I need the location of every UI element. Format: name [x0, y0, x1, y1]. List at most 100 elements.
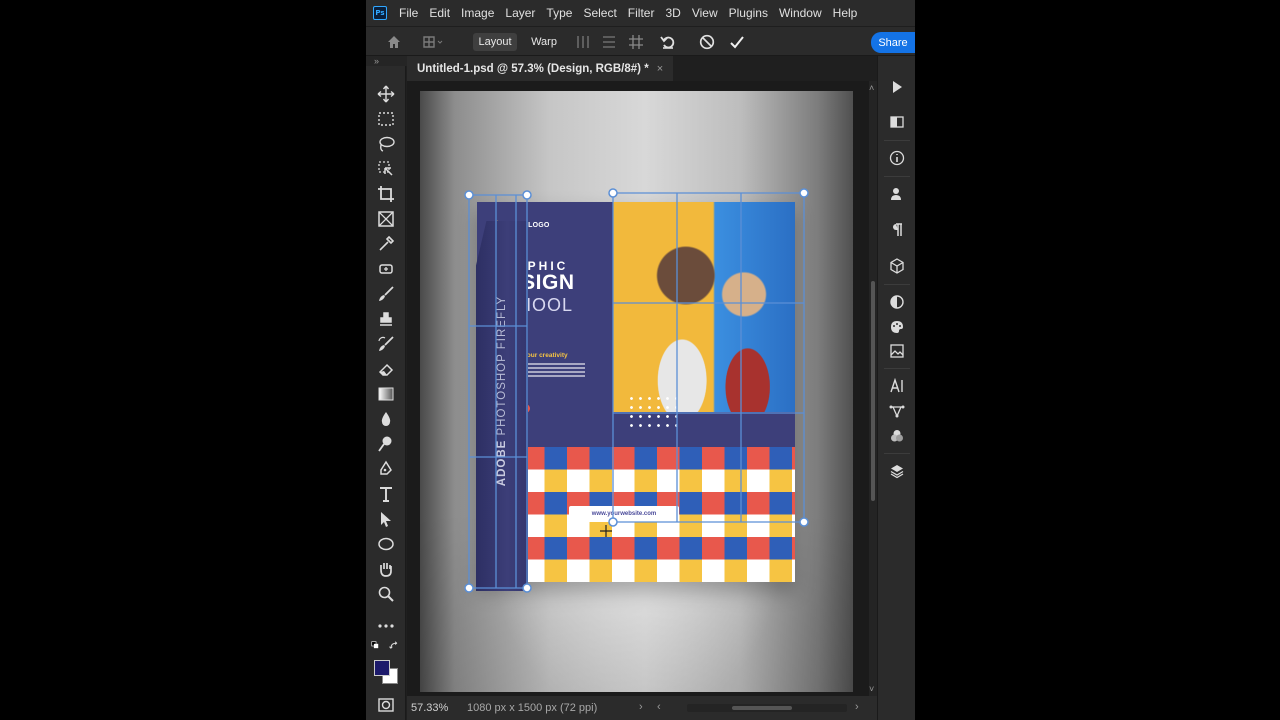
menu-select[interactable]: Select: [583, 6, 616, 20]
menu-view[interactable]: View: [692, 6, 718, 20]
type-icon: [380, 487, 392, 502]
layers-panel-button[interactable]: [887, 461, 907, 481]
menu-type[interactable]: Type: [546, 6, 572, 20]
menu-edit[interactable]: Edit: [429, 6, 450, 20]
marquee-icon: [378, 112, 394, 126]
swatches-icon: [890, 116, 904, 128]
puppet-warp-preset-button[interactable]: [418, 27, 448, 57]
color-panel-button[interactable]: [887, 317, 907, 337]
color-icon: [891, 321, 903, 333]
tools-panel: [366, 66, 406, 720]
lasso-icon: [379, 136, 395, 152]
adjustments-panel-button[interactable]: [887, 292, 907, 312]
vertical-scrollbar[interactable]: ˄ ˅: [869, 81, 877, 696]
app-logo: Ps: [373, 6, 387, 20]
scroll-right-icon[interactable]: ›: [855, 701, 859, 713]
horizontal-scroll-thumb[interactable]: [732, 706, 792, 710]
menu-window[interactable]: Window: [779, 6, 822, 20]
document-tab[interactable]: Untitled-1.psd @ 57.3% (Design, RGB/8#) …: [407, 56, 674, 81]
color-swatches[interactable]: [372, 658, 402, 688]
scroll-down-icon[interactable]: ˅: [869, 684, 874, 694]
paths-panel-button[interactable]: [887, 401, 907, 421]
home-button[interactable]: [384, 27, 404, 57]
layout-mode-button[interactable]: Layout: [473, 33, 517, 51]
status-menu-arrow[interactable]: ›: [639, 701, 643, 713]
clone-stamp-tool[interactable]: [375, 308, 397, 330]
zoom-tool[interactable]: [375, 583, 397, 605]
path-selection-tool[interactable]: [375, 508, 397, 530]
vertical-scroll-thumb[interactable]: [871, 281, 875, 501]
scroll-up-icon[interactable]: ˄: [869, 83, 874, 93]
foreground-color-swatch[interactable]: [374, 660, 390, 676]
split-vertical-button[interactable]: [573, 27, 593, 57]
paragraph-icon: [893, 223, 902, 236]
menu-image[interactable]: Image: [461, 6, 494, 20]
menu-help[interactable]: Help: [833, 6, 858, 20]
hand-tool[interactable]: [375, 558, 397, 580]
zoom-icon: [378, 586, 394, 602]
default-colors-icon[interactable]: [371, 640, 384, 652]
horizontal-scrollbar[interactable]: [687, 704, 847, 712]
menu-layer[interactable]: Layer: [505, 6, 535, 20]
libraries-panel-button[interactable]: [887, 341, 907, 361]
paragraph-panel-button[interactable]: [887, 220, 907, 240]
menu-file[interactable]: File: [399, 6, 418, 20]
scroll-left-icon[interactable]: ‹: [657, 701, 661, 713]
document-canvas[interactable]: YOUR LOGO GRAPHIC DESIGN SCHOOL Invest i…: [420, 91, 853, 692]
eraser-icon: [378, 363, 394, 376]
ellipse-tool[interactable]: [375, 533, 397, 555]
expand-toolbar-icon[interactable]: »: [374, 56, 379, 66]
pen-icon: [380, 460, 392, 475]
layers-icon: [890, 465, 904, 479]
students-photo: [613, 202, 795, 412]
character-panel-button[interactable]: [887, 184, 907, 204]
document-info[interactable]: 1080 px x 1500 px (72 ppi): [467, 702, 597, 714]
play-icon: [893, 81, 902, 93]
gradient-icon: [378, 387, 394, 401]
split-cross-button[interactable]: [626, 27, 646, 57]
swap-colors-icon[interactable]: [388, 640, 401, 652]
type-tool[interactable]: [375, 483, 397, 505]
image-icon: [890, 344, 904, 358]
menu-3d[interactable]: 3D: [665, 6, 680, 20]
info-panel-button[interactable]: [887, 148, 907, 168]
hand-icon: [380, 563, 392, 577]
home-icon: [388, 36, 400, 48]
split-horizontal-button[interactable]: [599, 27, 619, 57]
gradient-tool[interactable]: [375, 383, 397, 405]
menu-plugins[interactable]: Plugins: [729, 6, 768, 20]
pen-tool[interactable]: [375, 458, 397, 480]
edit-toolbar-button[interactable]: [375, 615, 397, 637]
eraser-tool[interactable]: [375, 358, 397, 380]
marquee-tool[interactable]: [375, 108, 397, 130]
object-select-icon: [378, 161, 393, 176]
frame-tool[interactable]: [375, 208, 397, 230]
swatches-panel-button[interactable]: [887, 112, 907, 132]
eyedropper-icon: [379, 235, 395, 251]
share-button[interactable]: Share: [871, 32, 915, 53]
quick-mask-button[interactable]: [375, 694, 397, 716]
commit-transform-button[interactable]: [726, 27, 748, 57]
eyedropper-tool[interactable]: [375, 233, 397, 255]
brush-tool[interactable]: [375, 283, 397, 305]
reset-warp-button[interactable]: [657, 27, 679, 57]
move-tool[interactable]: [375, 83, 397, 105]
crop-tool[interactable]: [375, 183, 397, 205]
dodge-tool[interactable]: [375, 433, 397, 455]
move-icon: [377, 85, 395, 103]
cancel-transform-button[interactable]: [696, 27, 718, 57]
healing-brush-tool[interactable]: [375, 258, 397, 280]
3d-panel-button[interactable]: [887, 256, 907, 276]
zoom-level[interactable]: 57.33%: [411, 702, 448, 714]
lasso-tool[interactable]: [375, 133, 397, 155]
channels-panel-button[interactable]: [887, 426, 907, 446]
history-brush-tool[interactable]: [375, 333, 397, 355]
close-document-icon[interactable]: ×: [657, 63, 663, 75]
menu-filter[interactable]: Filter: [628, 6, 655, 20]
warp-mode-button[interactable]: Warp: [522, 33, 566, 51]
actions-panel-button[interactable]: [887, 77, 907, 97]
glyphs-panel-button[interactable]: [887, 376, 907, 396]
blur-tool[interactable]: [375, 408, 397, 430]
object-select-tool[interactable]: [375, 158, 397, 180]
grid-split-icon: [629, 35, 643, 49]
